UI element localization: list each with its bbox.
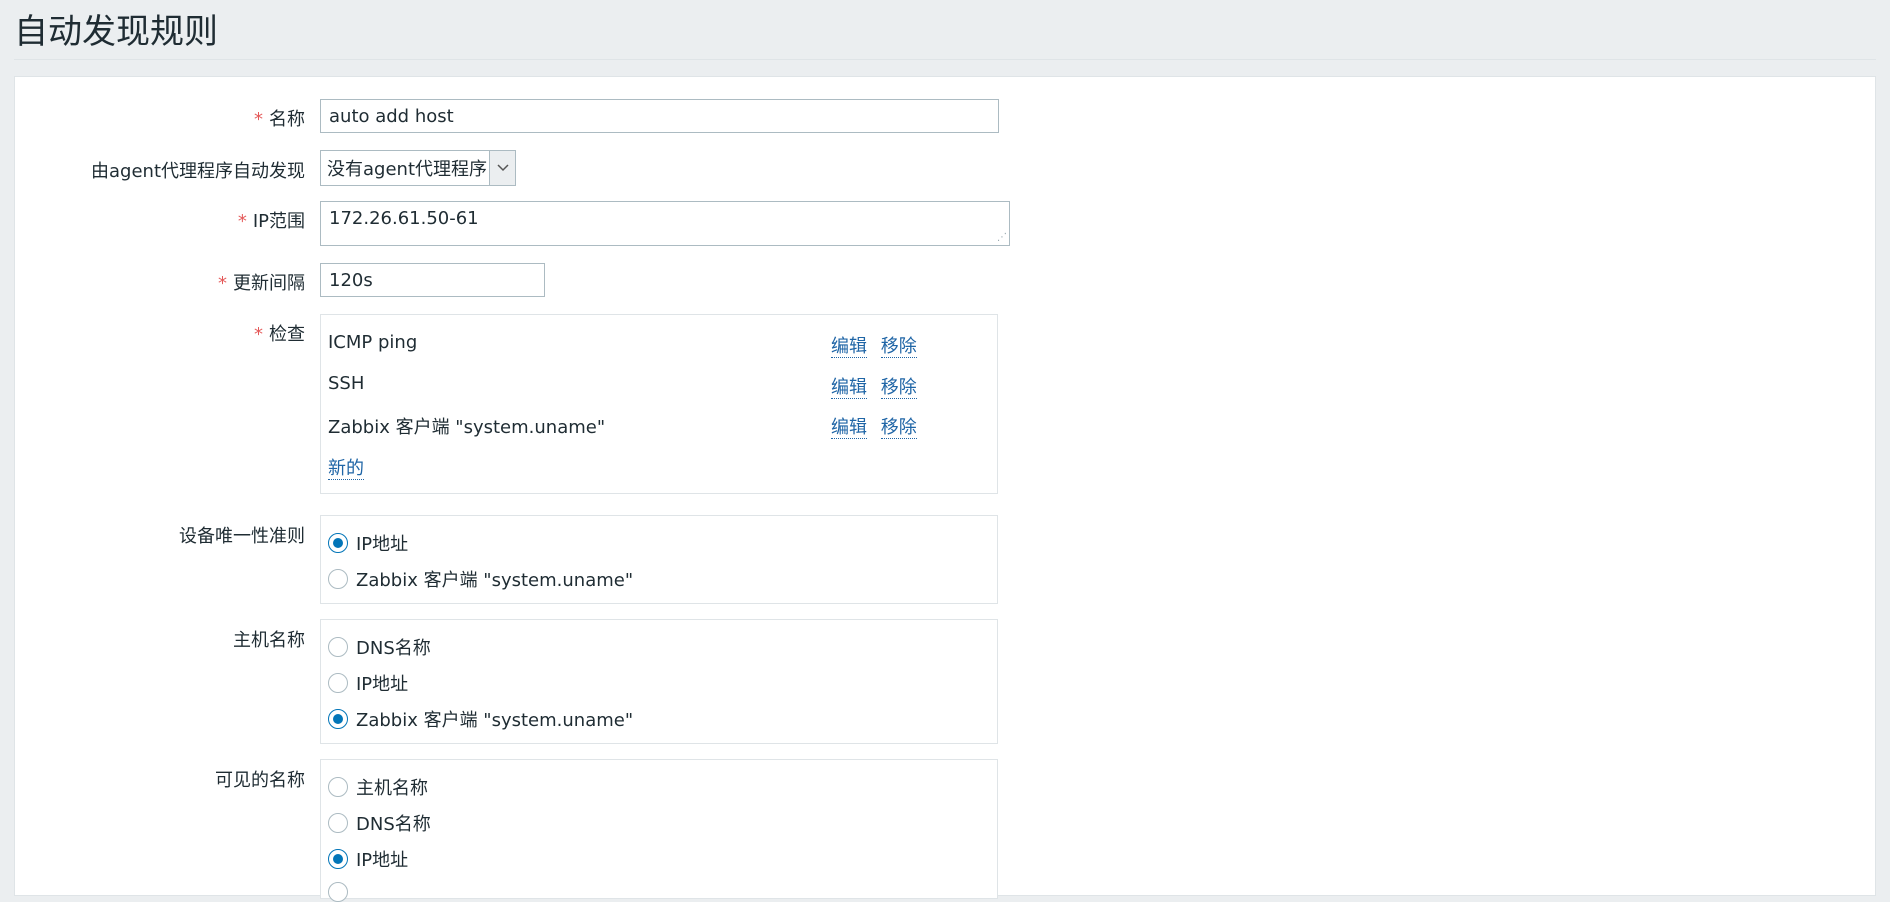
visible-name-option-label: DNS名称: [356, 814, 431, 835]
host-name-option-label: DNS名称: [356, 638, 431, 659]
radio-selected-icon[interactable]: [328, 533, 348, 553]
required-asterisk: *: [254, 109, 263, 130]
edit-link[interactable]: 编辑: [831, 336, 867, 358]
remove-link[interactable]: 移除: [880, 377, 917, 399]
host-name-option-label: Zabbix 客户端 "system.uname": [356, 710, 634, 731]
host-name-option-label: IP地址: [356, 674, 409, 695]
page-title: 自动发现规则: [14, 12, 218, 52]
visible-name-option[interactable]: [328, 882, 356, 902]
radio-unselected-icon[interactable]: [328, 637, 348, 657]
visible-name-option-label: IP地址: [356, 850, 409, 871]
host-name-option[interactable]: Zabbix 客户端 "system.uname": [328, 706, 633, 732]
host-name-radio-group: DNS名称 IP地址 Zabbix 客户端 "system.uname": [320, 619, 998, 744]
ip-range-textarea[interactable]: 172.26.61.50-61 ⋰: [320, 201, 1010, 246]
check-item-actions: 编辑 移除: [831, 332, 925, 358]
new-check-link[interactable]: 新的: [328, 458, 364, 480]
uniqueness-label: 设备唯一性准则: [179, 526, 305, 547]
edit-link[interactable]: 编辑: [831, 377, 867, 399]
title-divider: [14, 59, 1876, 60]
ip-range-label: * IP范围: [237, 211, 305, 232]
check-item-name: Zabbix 客户端 "system.uname": [328, 417, 606, 438]
ip-range-value: 172.26.61.50-61: [329, 208, 479, 229]
uniqueness-option[interactable]: IP地址: [328, 530, 408, 556]
proxy-select[interactable]: 没有agent代理程序: [320, 150, 516, 186]
edit-link[interactable]: 编辑: [831, 417, 867, 439]
chevron-down-icon[interactable]: [489, 151, 515, 185]
resize-grip-icon[interactable]: ⋰: [997, 233, 1007, 243]
host-name-option[interactable]: IP地址: [328, 670, 408, 696]
remove-link[interactable]: 移除: [880, 417, 917, 439]
required-asterisk: *: [254, 324, 263, 345]
new-check-row: 新的: [328, 454, 364, 480]
check-item-name: ICMP ping: [328, 332, 418, 353]
name-input[interactable]: auto add host: [320, 99, 999, 133]
radio-selected-icon[interactable]: [328, 849, 348, 869]
required-asterisk: *: [237, 211, 247, 232]
check-item-name: SSH: [328, 373, 365, 394]
radio-unselected-icon[interactable]: [328, 777, 348, 797]
interval-input[interactable]: 120s: [320, 263, 545, 297]
radio-unselected-icon[interactable]: [328, 813, 348, 833]
visible-name-label: 可见的名称: [215, 770, 305, 791]
uniqueness-radio-group: IP地址 Zabbix 客户端 "system.uname": [320, 515, 998, 604]
uniqueness-option-label: IP地址: [356, 534, 409, 555]
host-name-option[interactable]: DNS名称: [328, 634, 431, 660]
uniqueness-option[interactable]: Zabbix 客户端 "system.uname": [328, 566, 633, 592]
visible-name-option[interactable]: 主机名称: [328, 774, 428, 800]
required-asterisk: *: [218, 273, 227, 294]
radio-unselected-icon[interactable]: [328, 673, 348, 693]
name-label: * 名称: [254, 109, 305, 130]
radio-unselected-icon[interactable]: [328, 882, 348, 902]
uniqueness-option-label: Zabbix 客户端 "system.uname": [356, 570, 634, 591]
check-item-actions: 编辑 移除: [831, 373, 925, 399]
checks-box: ICMP ping 编辑 移除 SSH 编辑 移除 Zabbix 客户端 "sy…: [320, 314, 998, 494]
check-item-actions: 编辑 移除: [831, 413, 925, 439]
visible-name-option[interactable]: IP地址: [328, 846, 408, 872]
host-name-label: 主机名称: [233, 630, 305, 651]
visible-name-option-label: 主机名称: [356, 778, 428, 799]
remove-link[interactable]: 移除: [880, 336, 917, 358]
proxy-select-value: 没有agent代理程序: [327, 159, 487, 180]
radio-unselected-icon[interactable]: [328, 569, 348, 589]
interval-label: * 更新间隔: [218, 273, 305, 294]
proxy-label: 由agent代理程序自动发现: [91, 161, 305, 182]
visible-name-option[interactable]: DNS名称: [328, 810, 431, 836]
radio-selected-icon[interactable]: [328, 709, 348, 729]
checks-label: * 检查: [254, 324, 305, 345]
visible-name-radio-group: 主机名称 DNS名称 IP地址: [320, 759, 998, 902]
